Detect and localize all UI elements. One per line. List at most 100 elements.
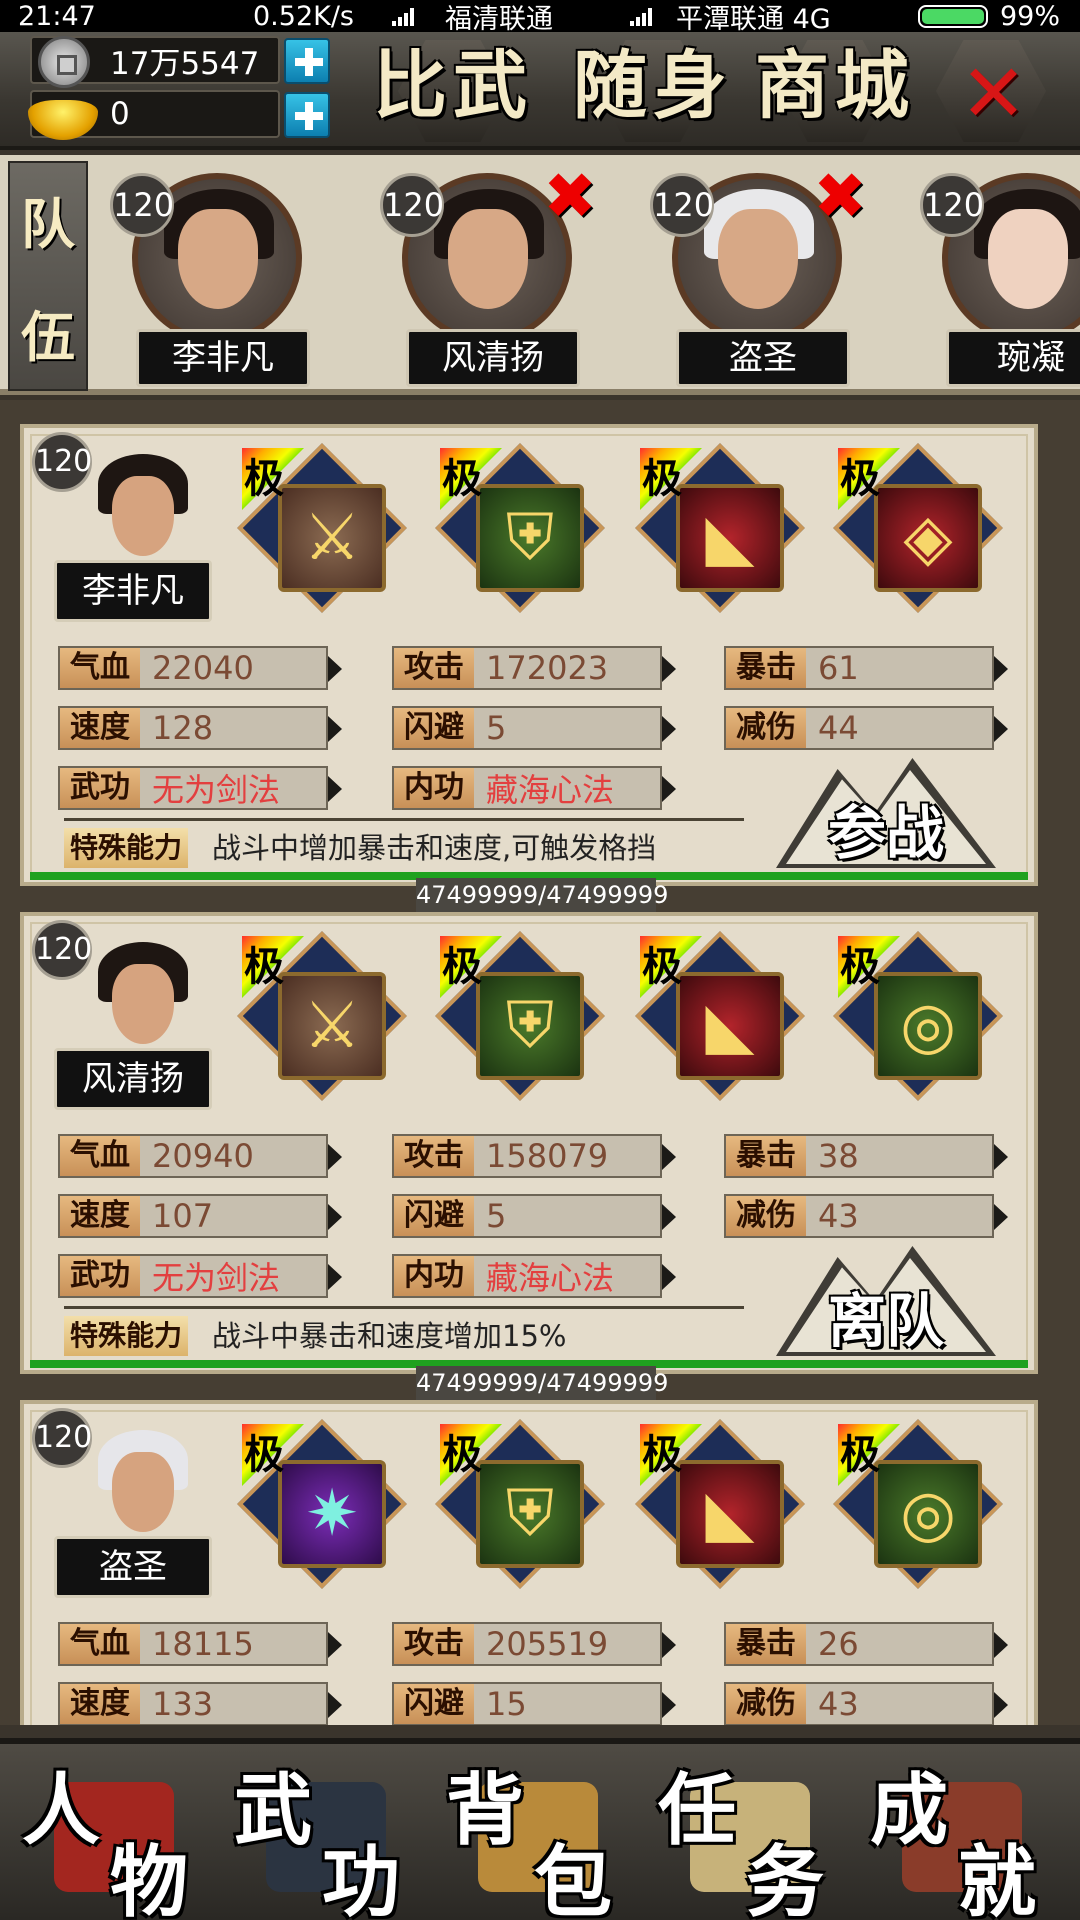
equip-slot-boots[interactable]: ◣ 极 [635, 1419, 805, 1589]
join-battle-label: 参战 [827, 799, 944, 867]
top-bar: 17万5547 0 比武 随身 商城 ✕ [0, 32, 1080, 150]
stat-dodge: 闪避 5 [392, 1194, 676, 1238]
team-member[interactable]: 120 盗圣 ✖ [650, 163, 867, 389]
stat-hp: 气血 18115 [58, 1622, 342, 1666]
stat-damage-reduction: 减伤 43 [724, 1682, 1008, 1725]
equip-slot-accessory[interactable]: ◈ 极 [833, 443, 1003, 613]
equip-slot-weapon[interactable]: ⚔ 极 [237, 443, 407, 613]
close-button[interactable]: ✕ [926, 36, 1056, 146]
stat-martial-skill[interactable]: 武功 无为剑法 [58, 766, 342, 810]
stat-dodge: 闪避 5 [392, 706, 676, 750]
mace-icon: ✷ [305, 1477, 359, 1551]
battery-percent: 99% [1000, 0, 1061, 32]
equip-slot-ring[interactable]: ◎ 极 [833, 931, 1003, 1101]
status-carrier-2: 平潭联通 4G [676, 3, 831, 35]
signal-icon [392, 8, 416, 26]
character-card: 120 风清扬 ⚔ 极 ⛨ 极 ◣ 极 ◎ 极 气血 20940 攻击 158079… [20, 912, 1038, 1400]
remove-member-icon[interactable]: ✖ [540, 165, 600, 229]
join-battle-button[interactable]: 参战 [776, 758, 996, 868]
character-portrait [78, 448, 208, 578]
silver-coin-icon [38, 36, 90, 88]
status-network-speed: 0.52K/s [253, 0, 354, 32]
arena-button[interactable]: 比武 [373, 36, 527, 146]
gold-ingot-icon [28, 100, 98, 140]
team-label: 队 伍 [8, 161, 88, 391]
stat-inner-skill[interactable]: 内功 藏海心法 [392, 766, 676, 810]
stat-martial-skill[interactable]: 武功 无为剑法 [58, 1254, 342, 1298]
equip-slot-armor[interactable]: ⛨ 极 [435, 443, 605, 613]
character-portrait [78, 936, 208, 1066]
gold-amount: 0 [110, 96, 130, 132]
battery-icon [918, 5, 988, 28]
ring-icon: ◎ [900, 1477, 956, 1551]
equip-slot-boots[interactable]: ◣ 极 [635, 443, 805, 613]
equip-slot-armor[interactable]: ⛨ 极 [435, 1419, 605, 1589]
character-portrait [78, 1424, 208, 1554]
character-list[interactable]: 120 李非凡 ⚔ 极 ⛨ 极 ◣ 极 ◈ 极 气血 22040 攻击 172023… [0, 400, 1080, 1725]
status-carrier-1: 福清联通 [445, 3, 553, 35]
divider [64, 1306, 744, 1309]
equip-slot-ring[interactable]: ◎ 极 [833, 1419, 1003, 1589]
equip-slot-armor[interactable]: ⛨ 极 [435, 931, 605, 1101]
nav-quests[interactable]: 任 务 [650, 1752, 846, 1920]
sword-icon: ⚔ [303, 989, 361, 1063]
character-level: 120 [32, 1408, 92, 1468]
special-ability-text: 战斗中暴击和速度增加15% [212, 1319, 567, 1353]
character-level: 120 [32, 920, 92, 980]
add-silver-button[interactable] [284, 38, 330, 84]
character-name: 李非凡 [54, 560, 212, 622]
stat-crit: 暴击 38 [724, 1134, 1008, 1178]
boots-icon: ◣ [705, 501, 755, 575]
hp-text: 47499999/47499999 [416, 878, 668, 912]
stat-hp: 气血 20940 [58, 1134, 342, 1178]
special-ability-label: 特殊能力 [64, 828, 189, 868]
shop-button[interactable]: 商城 [755, 36, 909, 146]
member-name: 琬凝 [946, 329, 1080, 387]
remove-member-icon[interactable]: ✖ [810, 165, 870, 229]
status-bar: 21:47 0.52K/s 福清联通 平潭联通 4G 99% [0, 0, 1080, 35]
nav-martial-arts[interactable]: 武 功 [226, 1752, 422, 1920]
equip-slot-weapon[interactable]: ⚔ 极 [237, 931, 407, 1101]
special-ability-text: 战斗中增加暴击和速度,可触发格挡 [212, 831, 657, 865]
member-level: 120 [920, 173, 984, 237]
add-gold-button[interactable] [284, 92, 330, 138]
character-card: 120 盗圣 ✷ 极 ⛨ 极 ◣ 极 ◎ 极 气血 18115 攻击 205519 … [20, 1400, 1038, 1725]
stat-attack: 攻击 158079 [392, 1134, 676, 1178]
stat-inner-skill[interactable]: 内功 藏海心法 [392, 1254, 676, 1298]
team-member[interactable]: 120 风清扬 ✖ [380, 163, 597, 389]
leave-team-label: 离队 [827, 1287, 944, 1355]
nav-achievements[interactable]: 成 就 [862, 1752, 1058, 1920]
member-level: 120 [380, 173, 444, 237]
hp-text: 47499999/47499999 [416, 1366, 668, 1400]
nav-character[interactable]: 人 物 [14, 1752, 210, 1920]
inventory-label: 随身 [573, 43, 733, 129]
bottom-nav: 人 物 武 功 背 包 任 务 成 就 [0, 1738, 1080, 1920]
equip-slot-boots[interactable]: ◣ 极 [635, 931, 805, 1101]
silver-amount: 17万5547 [110, 45, 260, 82]
status-time: 21:47 [18, 0, 96, 32]
team-member[interactable]: 120 琬凝 [920, 163, 1080, 389]
stat-hp: 气血 22040 [58, 646, 342, 690]
nav-bag[interactable]: 背 包 [438, 1752, 634, 1920]
equip-slot-weapon[interactable]: ✷ 极 [237, 1419, 407, 1589]
silver-currency: 17万5547 [30, 36, 280, 88]
character-card: 120 李非凡 ⚔ 极 ⛨ 极 ◣ 极 ◈ 极 气血 22040 攻击 172023… [20, 424, 1038, 912]
character-level: 120 [32, 432, 92, 492]
ring-icon: ◎ [900, 989, 956, 1063]
character-name: 盗圣 [54, 1536, 212, 1598]
inventory-button[interactable]: 随身 [573, 36, 727, 146]
stat-speed: 速度 128 [58, 706, 342, 750]
boots-icon: ◣ [705, 1477, 755, 1551]
stat-damage-reduction: 减伤 44 [724, 706, 1008, 750]
stat-speed: 速度 107 [58, 1194, 342, 1238]
team-member[interactable]: 120 李非凡 [110, 163, 310, 389]
shop-label: 商城 [755, 43, 915, 129]
close-x-icon: ✕ [960, 47, 1028, 140]
stat-dodge: 闪避 15 [392, 1682, 676, 1725]
member-level: 120 [110, 173, 174, 237]
member-level: 120 [650, 173, 714, 237]
amulet-icon: ◈ [903, 501, 953, 575]
stat-speed: 速度 133 [58, 1682, 342, 1725]
stat-attack: 攻击 172023 [392, 646, 676, 690]
leave-team-button[interactable]: 离队 [776, 1246, 996, 1356]
